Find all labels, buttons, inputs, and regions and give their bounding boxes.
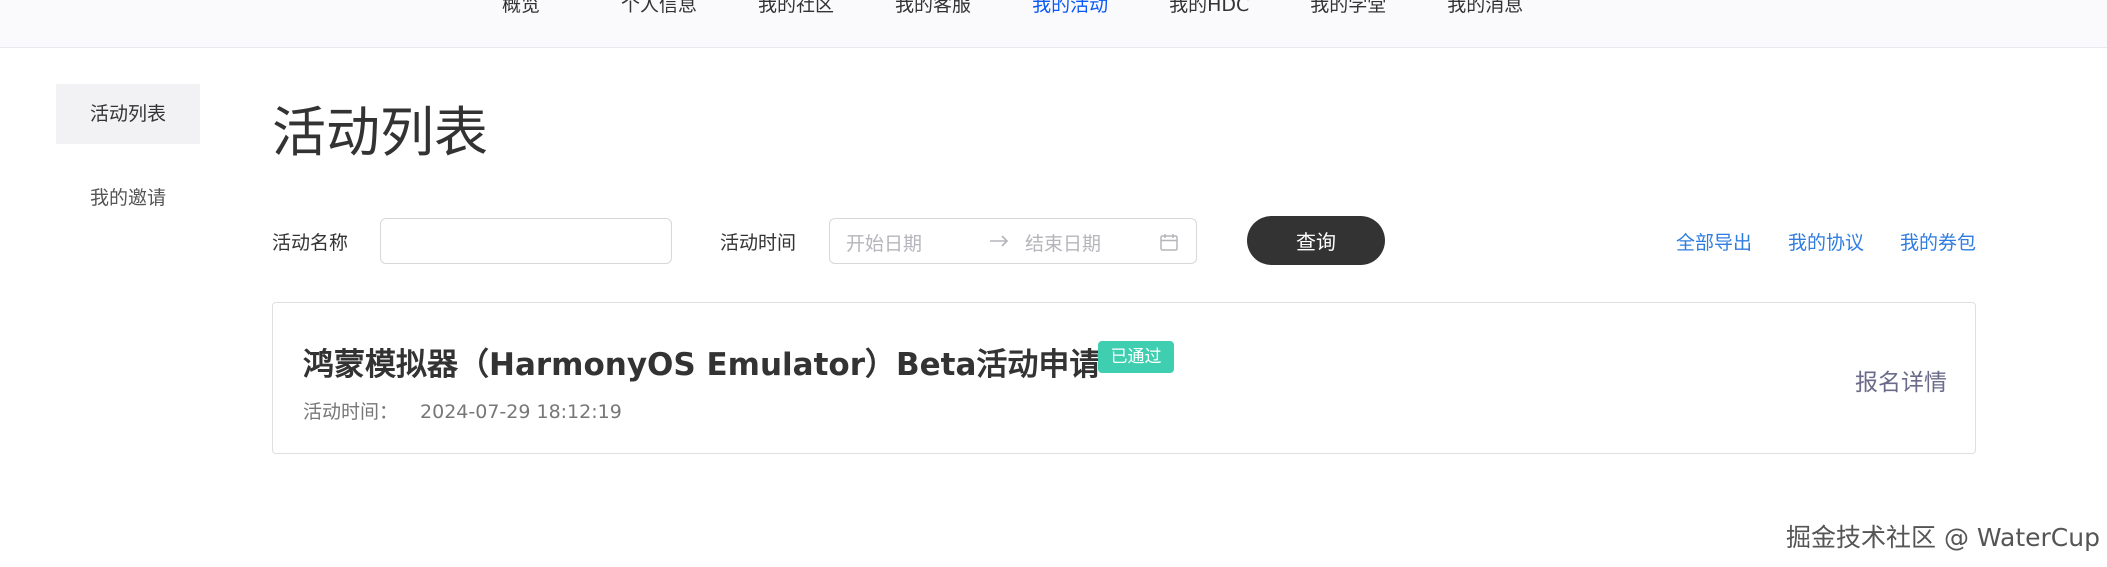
nav-item-hdc[interactable]: 我的HDC — [1169, 0, 1249, 20]
top-nav-items: 概览 个人信息 我的社区 我的客服 我的活动 我的HDC 我的学堂 我的消息 — [502, 0, 1523, 20]
nav-item-messages[interactable]: 我的消息 — [1447, 0, 1523, 20]
page-title: 活动列表 — [272, 101, 488, 164]
arrow-right-icon — [990, 235, 1009, 247]
calendar-icon — [1160, 234, 1178, 251]
my-agreement-link[interactable]: 我的协议 — [1788, 228, 1864, 255]
registration-details-link[interactable]: 报名详情 — [1855, 363, 1947, 397]
sidebar-item-activity-list[interactable]: 活动列表 — [56, 84, 200, 144]
nav-item-community[interactable]: 我的社区 — [758, 0, 834, 20]
activity-time: 活动时间： 2024-07-29 18:12:19 — [303, 397, 622, 424]
start-date-input[interactable]: 开始日期 — [846, 229, 922, 256]
activity-name-label: 活动名称 — [272, 232, 349, 254]
activity-time-label: 活动时间 — [720, 232, 797, 254]
activity-title: 鸿蒙模拟器（HarmonyOS Emulator）Beta活动申请 — [303, 347, 1101, 383]
nav-item-activities[interactable]: 我的活动 — [1032, 0, 1108, 20]
action-links: 全部导出 我的协议 我的券包 — [1676, 228, 1976, 255]
activity-card: 鸿蒙模拟器（HarmonyOS Emulator）Beta活动申请 已通过 活动… — [272, 302, 1976, 454]
sidebar: 活动列表 我的邀请 — [56, 84, 200, 228]
my-coupons-link[interactable]: 我的券包 — [1900, 228, 1976, 255]
nav-item-profile[interactable]: 个人信息 — [621, 0, 697, 20]
end-date-input[interactable]: 结束日期 — [1025, 229, 1101, 256]
nav-item-customer-service[interactable]: 我的客服 — [895, 0, 971, 20]
sidebar-item-my-invitations[interactable]: 我的邀请 — [56, 168, 200, 228]
query-button[interactable]: 查询 — [1247, 216, 1385, 265]
nav-item-academy[interactable]: 我的学堂 — [1310, 0, 1386, 20]
date-range-picker[interactable]: 开始日期 结束日期 — [829, 218, 1197, 264]
activity-time-value: 2024-07-29 18:12:19 — [420, 401, 622, 423]
filter-bar: 活动名称 活动时间 开始日期 结束日期 查询 全部导出 我的协议 我的券包 — [272, 216, 1976, 266]
status-badge: 已通过 — [1098, 341, 1174, 373]
watermark: 掘金技术社区 @ WaterCup — [1786, 523, 2100, 552]
activity-time-label: 活动时间： — [303, 401, 399, 423]
export-all-link[interactable]: 全部导出 — [1676, 228, 1752, 255]
nav-item-overview[interactable]: 概览 — [502, 0, 540, 20]
activity-name-input[interactable] — [380, 218, 672, 264]
top-navigation: 概览 个人信息 我的社区 我的客服 我的活动 我的HDC 我的学堂 我的消息 — [0, 0, 2107, 48]
